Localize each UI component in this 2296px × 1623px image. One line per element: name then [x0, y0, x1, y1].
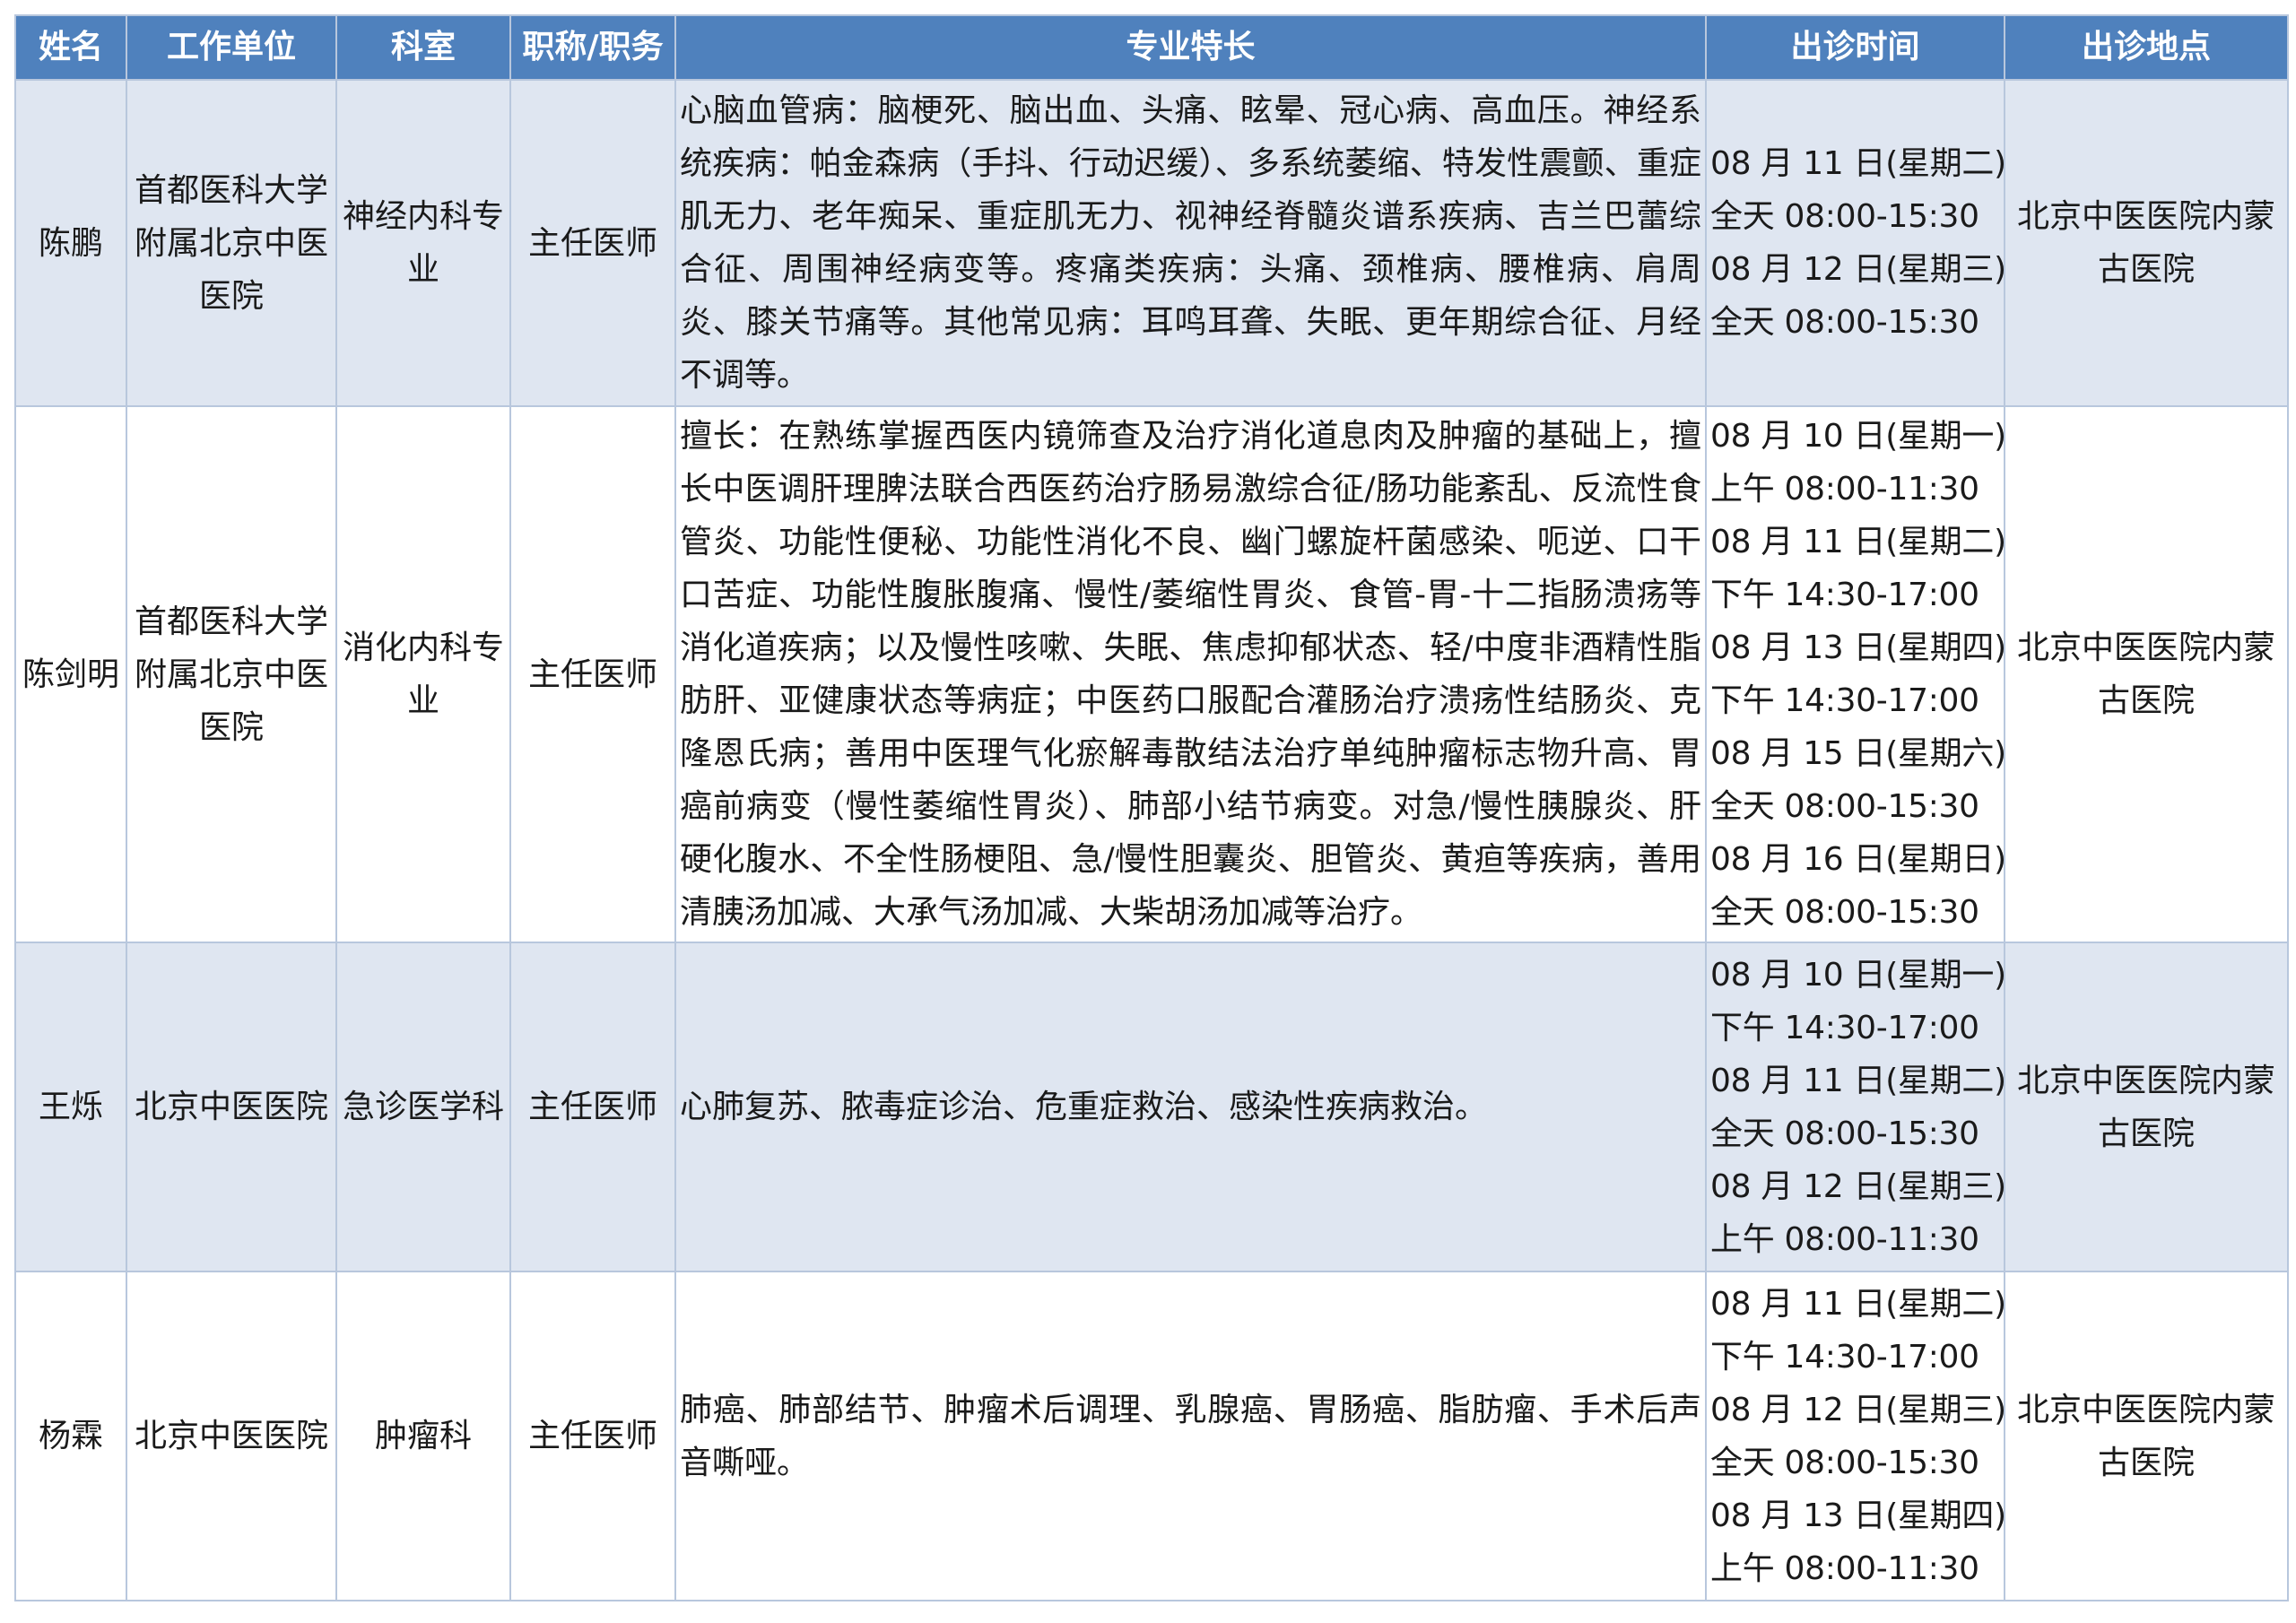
table-row: 王烁 北京中医医院 急诊医学科 主任医师 心肺复苏、脓毒症诊治、危重症救治、感染… — [14, 942, 2289, 1272]
doctor-schedule-table: 姓名 工作单位 科室 职称/职务 专业特长 出诊时间 出诊地点 陈鹏 首都医科大… — [14, 14, 2289, 1601]
job-title: 主任医师 — [509, 942, 676, 1272]
header-dept: 科室 — [335, 14, 511, 81]
job-title: 主任医师 — [509, 79, 676, 407]
work-unit: 首都医科大学附属北京中医医院 — [126, 79, 337, 407]
clinic-time: 08 月 11 日(星期二) 全天 08:00-15:30 08 月 12 日(… — [1705, 79, 2005, 407]
header-location: 出诊地点 — [2004, 14, 2289, 81]
department: 消化内科专业 — [335, 405, 511, 943]
doctor-name: 杨霖 — [14, 1271, 127, 1601]
time-line: 08 月 10 日(星期一) — [1710, 956, 2005, 994]
job-title: 主任医师 — [509, 1271, 676, 1601]
time-line: 08 月 12 日(星期三) — [1710, 1167, 2005, 1205]
time-line: 全天 08:00-15:30 — [1710, 198, 1979, 235]
time-line: 08 月 11 日(星期二) — [1710, 145, 2005, 182]
department: 肿瘤科 — [335, 1271, 511, 1601]
time-line: 上午 08:00-11:30 — [1710, 1220, 1979, 1258]
clinic-time: 08 月 10 日(星期一) 下午 14:30-17:00 08 月 11 日(… — [1705, 942, 2005, 1272]
specialty: 肺癌、肺部结节、肿瘤术后调理、乳腺癌、胃肠癌、脂肪瘤、手术后声音嘶哑。 — [674, 1271, 1707, 1601]
work-unit: 北京中医医院 — [126, 1271, 337, 1601]
time-line: 下午 14:30-17:00 — [1710, 1009, 1979, 1046]
time-line: 全天 08:00-15:30 — [1710, 304, 1979, 341]
header-title: 职称/职务 — [509, 14, 676, 81]
header-row: 姓名 工作单位 科室 职称/职务 专业特长 出诊时间 出诊地点 — [14, 14, 2289, 81]
specialty: 心肺复苏、脓毒症诊治、危重症救治、感染性疾病救治。 — [674, 942, 1707, 1272]
time-line: 全天 08:00-15:30 — [1710, 1444, 1979, 1481]
time-line: 上午 08:00-11:30 — [1710, 1549, 1979, 1587]
time-line: 下午 14:30-17:00 — [1710, 682, 1979, 719]
header-unit: 工作单位 — [126, 14, 337, 81]
table-row: 陈剑明 首都医科大学附属北京中医医院 消化内科专业 主任医师 擅长：在熟练掌握西… — [14, 405, 2289, 943]
time-line: 08 月 11 日(星期二) — [1710, 524, 2005, 560]
schedule-table-container: 姓名 工作单位 科室 职称/职务 专业特长 出诊时间 出诊地点 陈鹏 首都医科大… — [14, 14, 2289, 1601]
job-title: 主任医师 — [509, 405, 676, 943]
time-line: 08 月 15 日(星期六) — [1710, 735, 2005, 772]
time-line: 08 月 12 日(星期三) — [1710, 1391, 2005, 1428]
time-line: 上午 08:00-11:30 — [1710, 471, 1979, 508]
time-line: 下午 14:30-17:00 — [1710, 577, 1979, 613]
time-line: 08 月 12 日(星期三) — [1710, 251, 2005, 288]
header-time: 出诊时间 — [1705, 14, 2005, 81]
work-unit: 首都医科大学附属北京中医医院 — [126, 405, 337, 943]
time-line: 下午 14:30-17:00 — [1710, 1338, 1979, 1376]
time-line: 08 月 11 日(星期二) — [1710, 1062, 2005, 1099]
time-line: 全天 08:00-15:30 — [1710, 1115, 1979, 1152]
table-row: 杨霖 北京中医医院 肿瘤科 主任医师 肺癌、肺部结节、肿瘤术后调理、乳腺癌、胃肠… — [14, 1271, 2289, 1601]
clinic-location: 北京中医医院内蒙古医院 — [2004, 79, 2289, 407]
time-line: 08 月 16 日(星期日) — [1710, 841, 2005, 878]
doctor-name: 陈剑明 — [14, 405, 127, 943]
specialty: 擅长：在熟练掌握西医内镜筛查及治疗消化道息肉及肿瘤的基础上，擅长中医调肝理脾法联… — [674, 405, 1707, 943]
department: 急诊医学科 — [335, 942, 511, 1272]
header-name: 姓名 — [14, 14, 127, 81]
time-line: 全天 08:00-15:30 — [1710, 894, 1979, 931]
time-line: 08 月 13 日(星期四) — [1710, 1497, 2005, 1534]
clinic-location: 北京中医医院内蒙古医院 — [2004, 1271, 2289, 1601]
time-line: 08 月 13 日(星期四) — [1710, 629, 2005, 666]
doctor-name: 陈鹏 — [14, 79, 127, 407]
clinic-time: 08 月 11 日(星期二) 下午 14:30-17:00 08 月 12 日(… — [1705, 1271, 2005, 1601]
header-specialty: 专业特长 — [674, 14, 1707, 81]
clinic-time: 08 月 10 日(星期一) 上午 08:00-11:30 08 月 11 日(… — [1705, 405, 2005, 943]
time-line: 全天 08:00-15:30 — [1710, 788, 1979, 825]
work-unit: 北京中医医院 — [126, 942, 337, 1272]
doctor-name: 王烁 — [14, 942, 127, 1272]
time-line: 08 月 11 日(星期二) — [1710, 1285, 2005, 1323]
department: 神经内科专业 — [335, 79, 511, 407]
table-row: 陈鹏 首都医科大学附属北京中医医院 神经内科专业 主任医师 心脑血管病：脑梗死、… — [14, 79, 2289, 407]
time-line: 08 月 10 日(星期一) — [1710, 418, 2005, 455]
clinic-location: 北京中医医院内蒙古医院 — [2004, 405, 2289, 943]
clinic-location: 北京中医医院内蒙古医院 — [2004, 942, 2289, 1272]
specialty: 心脑血管病：脑梗死、脑出血、头痛、眩晕、冠心病、高血压。神经系统疾病：帕金森病（… — [674, 79, 1707, 407]
